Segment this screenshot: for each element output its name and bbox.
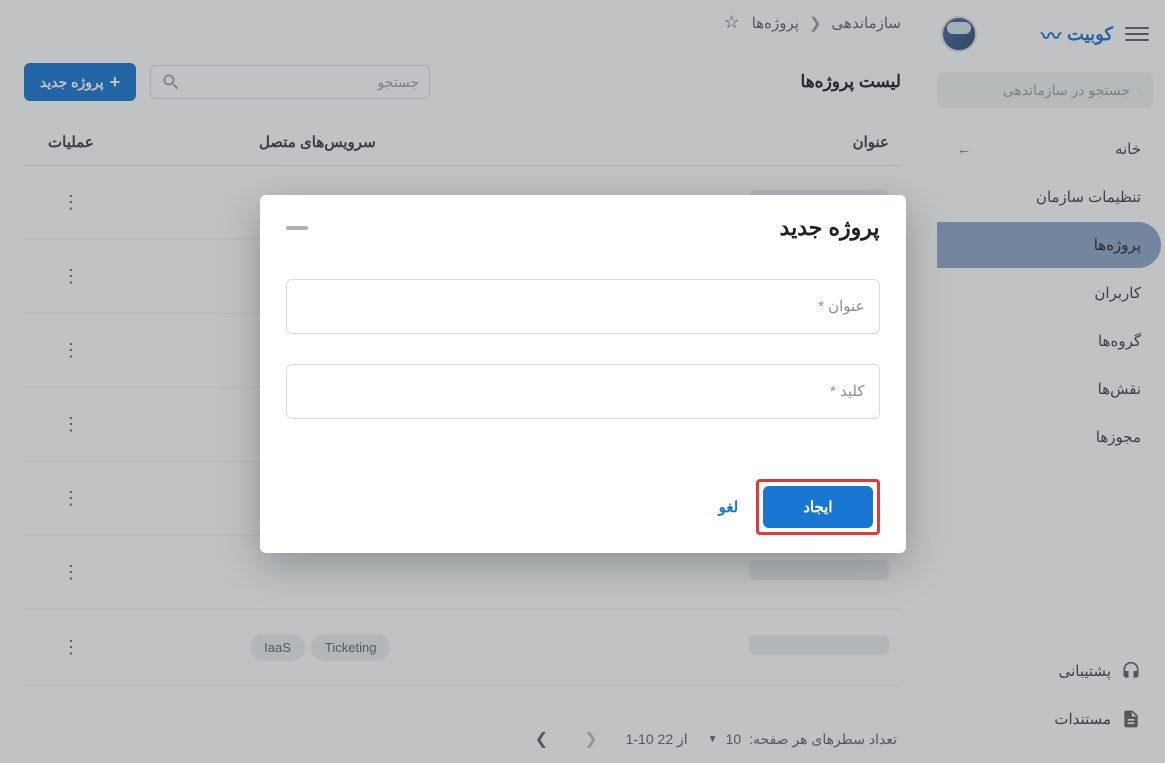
minimize-icon[interactable]	[286, 226, 308, 230]
create-button-highlight: ایجاد	[756, 479, 879, 535]
modal-overlay[interactable]: پروژه جدید ایجاد لغو	[0, 0, 1165, 763]
new-project-modal: پروژه جدید ایجاد لغو	[260, 195, 906, 553]
create-button[interactable]: ایجاد	[763, 486, 872, 528]
cancel-button[interactable]: لغو	[719, 498, 739, 516]
project-title-field[interactable]	[286, 279, 880, 334]
modal-title: پروژه جدید	[780, 215, 880, 241]
project-key-field[interactable]	[286, 364, 880, 419]
